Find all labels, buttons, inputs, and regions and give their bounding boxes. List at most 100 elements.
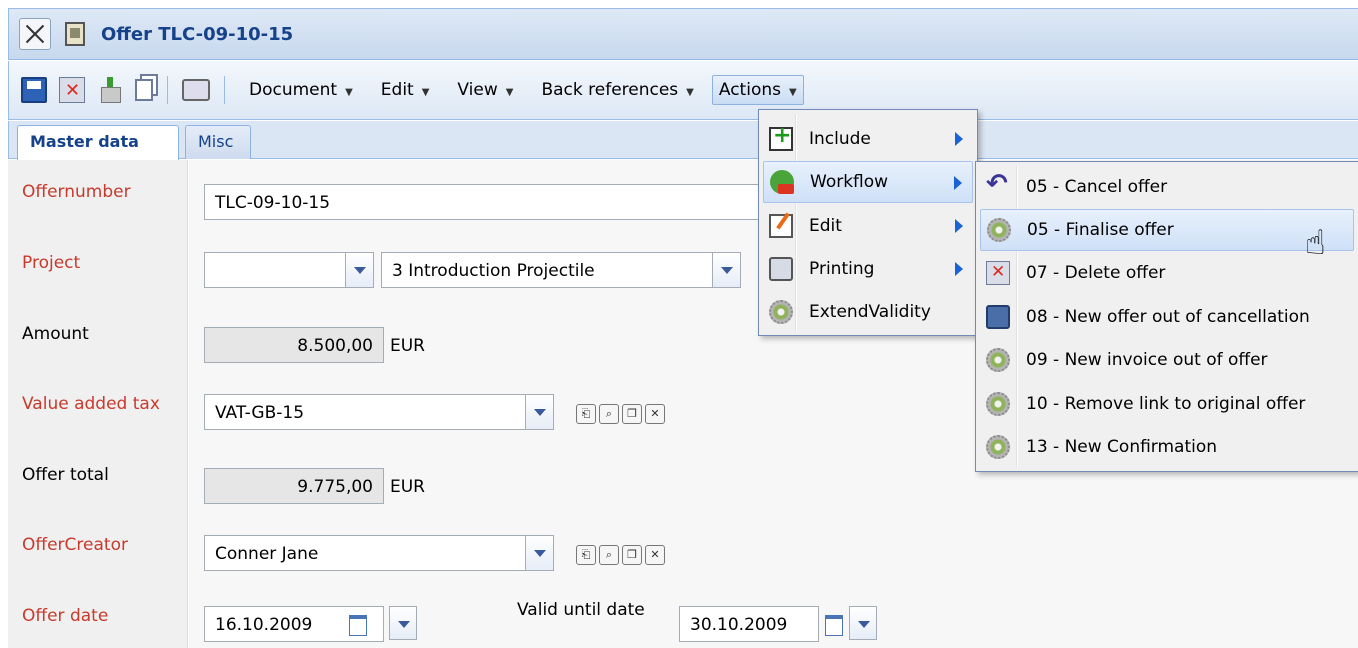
menu-item-delete-offer[interactable]: 07 - Delete offer: [980, 252, 1354, 294]
menu-item-label: 13 - New Confirmation: [1026, 437, 1218, 457]
menu-item-label: Printing: [809, 259, 875, 279]
open-icon[interactable]: ⎗: [576, 545, 596, 565]
project-label: Project: [22, 253, 81, 273]
valid-until-label: Valid until date: [517, 600, 645, 620]
offer-creator-label: OfferCreator: [22, 535, 128, 555]
amount-label: Amount: [22, 324, 89, 344]
vat-label: Value added tax: [22, 394, 160, 414]
submenu-arrow-icon: [955, 262, 963, 276]
offer-creator-combo[interactable]: Conner Jane: [204, 535, 554, 571]
submenu-arrow-icon: [955, 219, 963, 233]
menu-item-finalise-offer[interactable]: 05 - Finalise offer: [980, 209, 1354, 251]
save-icon[interactable]: [21, 77, 47, 103]
valid-until-value: 30.10.2009: [690, 615, 788, 635]
calendar-icon[interactable]: [345, 607, 371, 641]
menu-item-label: Edit: [809, 216, 842, 236]
offer-date-value: 16.10.2009: [215, 615, 313, 635]
menu-view[interactable]: View ▼: [451, 76, 519, 104]
menu-document[interactable]: Document ▼: [243, 76, 359, 104]
menu-item-remove-link[interactable]: 10 - Remove link to original offer: [980, 383, 1354, 425]
menu-item-printing[interactable]: Printing: [763, 248, 973, 290]
menu-item-new-invoice-out-of-offer[interactable]: 09 - New invoice out of offer: [980, 339, 1354, 381]
edit-icon: [769, 214, 793, 238]
clear-icon[interactable]: ✕: [645, 404, 665, 424]
include-icon: [769, 123, 793, 151]
offer-total-unit: EUR: [390, 477, 425, 497]
gear-icon: [986, 348, 1010, 372]
search-icon[interactable]: ⌕: [599, 545, 619, 565]
menu-item-new-offer-out-of-cancellation[interactable]: 08 - New offer out of cancellation: [980, 296, 1354, 338]
chevron-down-icon[interactable]: [525, 395, 553, 429]
offer-total-label: Offer total: [22, 465, 109, 485]
gear-icon: [986, 435, 1010, 459]
amount-unit: EUR: [390, 336, 425, 356]
toolbar: Document ▼ Edit ▼ View ▼ Back references ▼ A…: [8, 61, 1358, 120]
menu-item-new-confirmation[interactable]: 13 - New Confirmation: [980, 426, 1354, 468]
dropdown-arrow-icon: ▼: [421, 87, 430, 98]
offernumber-label: Offernumber: [22, 182, 131, 202]
copy-icon[interactable]: [135, 79, 153, 101]
menu-label: Document: [249, 80, 338, 100]
menu-item-cancel-offer[interactable]: 05 - Cancel offer: [980, 166, 1354, 208]
menu-label: View: [457, 80, 498, 100]
search-icon[interactable]: ⌕: [599, 404, 619, 424]
gear-icon: [769, 300, 793, 324]
clear-icon[interactable]: ✕: [645, 545, 665, 565]
chevron-down-icon[interactable]: [345, 253, 373, 287]
menu-item-extend-validity[interactable]: ExtendValidity: [763, 291, 973, 333]
printer-icon: [769, 257, 793, 281]
offernumber-field[interactable]: TLC-09-10-15: [204, 184, 784, 220]
vat-value: VAT-GB-15: [215, 403, 305, 423]
chevron-down-icon[interactable]: [389, 606, 417, 640]
project-combo-1[interactable]: [204, 252, 374, 288]
menu-item-label: 07 - Delete offer: [1026, 263, 1166, 283]
label-column: Offernumber Project Amount Value added t…: [8, 160, 188, 648]
menu-back-references[interactable]: Back references ▼: [535, 76, 699, 104]
dropdown-arrow-icon: ▼: [788, 87, 797, 98]
menu-item-label: 05 - Finalise offer: [1027, 220, 1174, 240]
menu-edit[interactable]: Edit ▼: [375, 76, 436, 104]
menu-item-label: Include: [809, 129, 871, 149]
print-icon[interactable]: [182, 79, 210, 101]
tab-master-data[interactable]: Master data: [17, 125, 179, 160]
submenu-arrow-icon: [954, 176, 962, 190]
menu-item-label: 08 - New offer out of cancellation: [1026, 307, 1310, 327]
open-icon[interactable]: ⎗: [576, 404, 596, 424]
valid-until-field[interactable]: 30.10.2009: [679, 606, 819, 642]
tab-misc[interactable]: Misc: [185, 125, 251, 159]
copy-icon[interactable]: ❐: [622, 545, 642, 565]
menu-item-label: ExtendValidity: [809, 302, 931, 322]
window-title-bar: Offer TLC-09-10-15: [8, 8, 1358, 60]
menu-item-label: 09 - New invoice out of offer: [1026, 350, 1268, 370]
menu-item-include[interactable]: Include: [763, 118, 973, 160]
copy-icon[interactable]: ❐: [622, 404, 642, 424]
window-title: Offer TLC-09-10-15: [101, 23, 294, 45]
close-icon[interactable]: [19, 18, 51, 50]
menu-actions[interactable]: Actions ▼: [711, 75, 804, 105]
menu-item-label: 10 - Remove link to original offer: [1026, 394, 1306, 414]
undo-arrow-icon: [986, 169, 1010, 199]
menu-item-edit[interactable]: Edit: [763, 205, 973, 247]
document-icon: [65, 22, 85, 46]
dropdown-arrow-icon: ▼: [686, 87, 694, 98]
toolbar-separator: [167, 76, 168, 104]
menu-item-workflow[interactable]: Workflow: [763, 161, 973, 203]
chevron-down-icon[interactable]: [712, 253, 740, 287]
menu-label: Edit: [380, 80, 414, 100]
dropdown-arrow-icon: ▼: [345, 87, 353, 98]
actions-menu: Include Workflow Edit Printing ExtendVal…: [758, 109, 978, 336]
project-combo-2[interactable]: 3 Introduction Projectile: [381, 252, 741, 288]
calendar-icon[interactable]: [821, 607, 847, 641]
hand-pointer-icon: ☝: [1305, 223, 1326, 263]
toolbar-separator: [224, 76, 225, 104]
chevron-down-icon[interactable]: [525, 536, 553, 570]
vat-combo[interactable]: VAT-GB-15: [204, 394, 554, 430]
gear-icon: [986, 392, 1010, 416]
amount-field: 8.500,00: [204, 327, 384, 363]
menu-item-label: 05 - Cancel offer: [1026, 177, 1168, 197]
delete-icon[interactable]: [59, 77, 85, 103]
import-icon[interactable]: [97, 77, 121, 103]
offer-total-field: 9.775,00: [204, 468, 384, 504]
menu-label: Back references: [541, 80, 679, 100]
chevron-down-icon[interactable]: [849, 606, 877, 640]
